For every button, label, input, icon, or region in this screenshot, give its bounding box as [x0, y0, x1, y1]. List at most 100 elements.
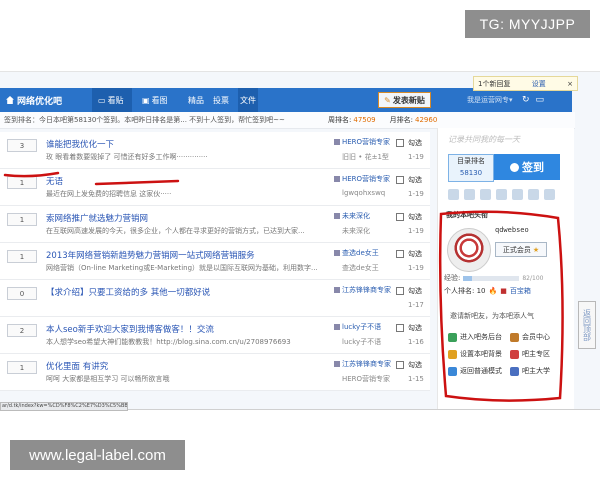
new-reply-link[interactable]: 1个新回复	[478, 79, 510, 89]
thread-title[interactable]: 2013年网络营销新趋势魅力营销网一站式网络营销服务	[46, 249, 255, 261]
last-replier[interactable]: 查选de女王	[342, 263, 379, 273]
admin-menu-item[interactable]: 返回普通模式	[448, 366, 506, 376]
invite-text[interactable]: 邀请新吧友，为本吧添人气	[450, 311, 534, 321]
rank-label: 目录排名	[457, 157, 485, 165]
sign-in-button[interactable]: 签到	[494, 154, 560, 180]
select-checkbox[interactable]	[396, 213, 404, 221]
last-replier[interactable]: HERO营销专家	[342, 374, 390, 384]
thread-date: 1-19	[408, 153, 424, 161]
thread-date: 1-19	[408, 264, 424, 272]
fire-icon: 🔥	[488, 287, 498, 295]
thread-row[interactable]: 1 优化里面 有讲究 呵呵 大家都是相互学习 可以畅所欲言哦 江苏锋锋商专家 HERO营…	[0, 354, 430, 391]
select-checkbox[interactable]	[396, 176, 404, 184]
refresh-icon[interactable]: ↻	[522, 95, 530, 105]
tab-polls[interactable]: 投票	[213, 88, 229, 112]
thread-excerpt: 玫 眼看着数要毁掉了 可惜还有好多工作啊··············	[46, 153, 208, 161]
admin-menu-item[interactable]: 设置本吧背景	[448, 349, 506, 359]
new-post-button[interactable]: ✎ 发表新贴	[378, 92, 431, 108]
admin-menu-item[interactable]: 进入吧务后台	[448, 332, 506, 342]
user-icon	[334, 213, 340, 219]
reply-count: 1	[7, 176, 37, 189]
tab-images[interactable]: ▣ 看图	[142, 88, 168, 112]
admin-menu: 进入吧务后台 会员中心 设置本吧背景 吧主专区 返回普通模式 吧主大学	[448, 332, 568, 376]
admin-menu-item[interactable]: 吧主专区	[510, 349, 568, 359]
tab-threads[interactable]: ▭ 看贴	[92, 88, 132, 112]
user-icon	[334, 176, 340, 182]
thread-row[interactable]: 3 谁能把我优化一下玫 眼看着数要毁掉了 可惜还有好多工作啊···········…	[0, 132, 430, 169]
reply-count: 1	[7, 250, 37, 263]
chat-icon: ▭	[98, 95, 106, 105]
rank-number: 58130	[459, 169, 483, 177]
thread-excerpt: 本人想学seo希望大神们能教教我！http://blog.sina.com.cn…	[46, 338, 291, 346]
reply-count: 3	[7, 139, 37, 152]
thread-author[interactable]: 江苏锋锋商专家	[334, 359, 391, 369]
tool-icon[interactable]	[528, 189, 539, 200]
select-checkbox[interactable]	[396, 250, 404, 258]
tab-files[interactable]: 文件	[238, 88, 258, 112]
popup-settings-link[interactable]: 设置	[532, 79, 546, 89]
check-icon	[510, 162, 519, 172]
thread-row[interactable]: 0 【求介绍】只要工资给的多 其他一切都好说 江苏锋锋商专家 勾选 1-17	[0, 280, 430, 317]
watermark-bottom: www.legal-label.com	[10, 440, 185, 470]
back-to-top-tab[interactable]: 返回顶部	[578, 301, 596, 349]
tab-featured[interactable]: 精品	[188, 88, 204, 112]
thread-date: 1-17	[408, 301, 424, 309]
select-checkbox[interactable]	[396, 287, 404, 295]
select-label: 勾选	[408, 324, 422, 332]
thread-title[interactable]: 谁能把我优化一下	[46, 138, 114, 150]
thread-row[interactable]: 1 无语 最近在网上发免费的招聘信息 这家伙····· HERO营销专家 lgwqohx…	[0, 169, 430, 206]
last-replier[interactable]: lgwqohxswq	[342, 189, 385, 197]
last-replier[interactable]: 未来深化	[342, 226, 370, 236]
experience-bar: 经验: 82/100	[444, 274, 544, 282]
username[interactable]: qdwebseo	[495, 226, 529, 234]
select-checkbox[interactable]	[396, 324, 404, 332]
avatar[interactable]	[447, 228, 491, 272]
admin-menu-item[interactable]: 吧主大学	[510, 366, 568, 376]
thread-date: 1-16	[408, 338, 424, 346]
last-replier[interactable]: 旧旧 • 花±1型	[342, 152, 389, 162]
tool-icon[interactable]	[544, 189, 555, 200]
thread-author[interactable]: 江苏锋锋商专家	[334, 285, 391, 295]
reply-count: 1	[7, 213, 37, 226]
thread-row[interactable]: 1 2013年网络营销新趋势魅力营销网一站式网络营销服务 网络营销（On-line …	[0, 243, 430, 280]
tool-icon[interactable]	[480, 189, 491, 200]
select-checkbox[interactable]	[396, 361, 404, 369]
menu-icon	[510, 332, 519, 342]
thread-author[interactable]: 查选de女王	[334, 248, 379, 258]
thread-author[interactable]: lucky子不语	[334, 322, 381, 332]
close-icon[interactable]: ×	[567, 80, 573, 88]
minimize-icon[interactable]: ▭	[536, 95, 545, 105]
thread-row[interactable]: 2 本人seo新手欢迎大家到我博客做客！！交流本人想学seo希望大神们能教教我！h…	[0, 317, 430, 354]
thread-title[interactable]: 【求介绍】只要工资给的多 其他一切都好说	[46, 286, 210, 298]
forum-logo[interactable]: 网络优化吧	[0, 88, 82, 112]
thread-row[interactable]: 1 索网络推广就选魅力营销网 在互联网高速发展的今天，很多企业，个人都在寻求更好的营…	[0, 206, 430, 243]
thread-author[interactable]: HERO营销专家	[334, 174, 390, 184]
tool-icon[interactable]	[496, 189, 507, 200]
tool-icon[interactable]	[464, 189, 475, 200]
sidebar: 记录共同我的每一天 目录排名 58130 签到 我的本吧头衔 qdwebseo …	[437, 128, 574, 409]
tool-icon[interactable]	[512, 189, 523, 200]
menu-icon	[448, 349, 457, 359]
reply-count: 2	[7, 324, 37, 337]
thread-title[interactable]: 索网络推广就选魅力营销网	[46, 212, 148, 224]
user-menu[interactable]: 我是运营网专▾	[467, 88, 513, 112]
last-replier[interactable]: lucky子不语	[342, 337, 381, 347]
treasure-box-link[interactable]: 百宝箱	[510, 286, 531, 296]
user-icon	[334, 287, 340, 293]
tool-icon[interactable]	[448, 189, 459, 200]
member-level-button[interactable]: 正式会员 ★	[495, 242, 547, 257]
menu-icon	[448, 366, 457, 376]
thread-title[interactable]: 本人seo新手欢迎大家到我博客做客！！交流	[46, 323, 214, 335]
select-label: 勾选	[408, 213, 422, 221]
menu-icon	[510, 366, 519, 376]
thread-title[interactable]: 无语	[46, 175, 63, 187]
select-label: 勾选	[408, 176, 422, 184]
menu-icon	[448, 332, 457, 342]
thread-title[interactable]: 优化里面 有讲究	[46, 360, 108, 372]
toolbar-icons: ↻ ▭	[522, 88, 544, 112]
thread-author[interactable]: HERO营销专家	[334, 137, 390, 147]
select-checkbox[interactable]	[396, 139, 404, 147]
admin-menu-item[interactable]: 会员中心	[510, 332, 568, 342]
thread-author[interactable]: 未来深化	[334, 211, 370, 221]
select-label: 勾选	[408, 250, 422, 258]
